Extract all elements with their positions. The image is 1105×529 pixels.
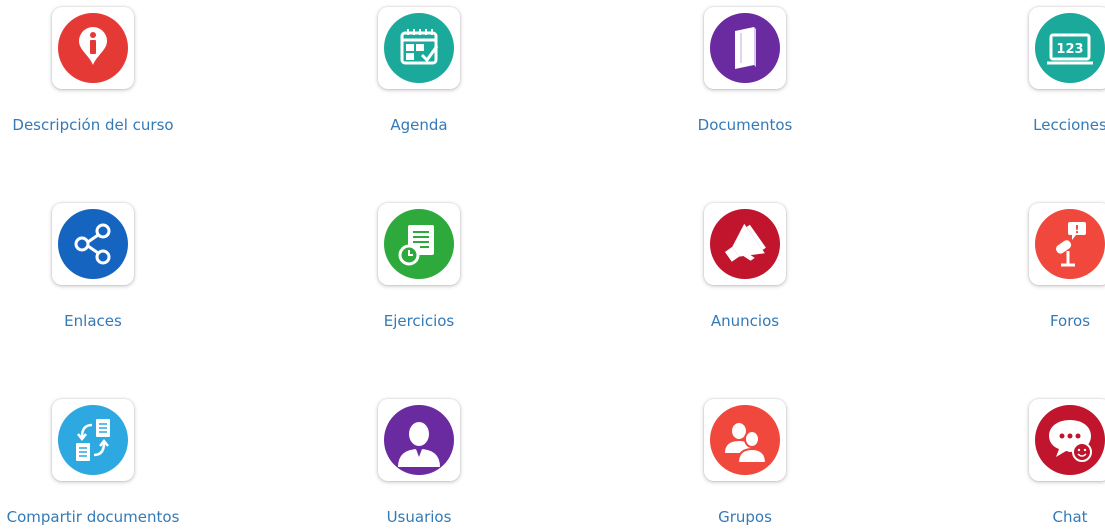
megaphone-icon — [710, 209, 780, 279]
tool-tile[interactable] — [52, 399, 134, 481]
tool-course-description[interactable]: Descripción del curso — [0, 7, 193, 134]
chat-icon — [1035, 405, 1105, 475]
tool-tile[interactable] — [378, 203, 460, 285]
tool-label[interactable]: Ejercicios — [319, 312, 519, 330]
tool-tile[interactable] — [52, 203, 134, 285]
tool-tile[interactable] — [52, 7, 134, 89]
tool-groups[interactable]: Grupos — [645, 399, 845, 526]
share-link-icon — [58, 209, 128, 279]
share-documents-icon — [58, 405, 128, 475]
tool-announcements[interactable]: Anuncios — [645, 203, 845, 330]
tool-tile[interactable]: ! — [1029, 203, 1105, 285]
tool-chat[interactable]: Chat — [970, 399, 1105, 526]
tool-label[interactable]: Usuarios — [319, 508, 519, 526]
tool-tile[interactable] — [704, 7, 786, 89]
folder-icon — [710, 13, 780, 83]
tool-exercises[interactable]: Ejercicios — [319, 203, 519, 330]
forum-microphone-icon: ! — [1035, 209, 1105, 279]
tool-label[interactable]: Chat — [970, 508, 1105, 526]
tool-label[interactable]: Anuncios — [645, 312, 845, 330]
tool-forums[interactable]: ! Foros — [970, 203, 1105, 330]
tool-users[interactable]: Usuarios — [319, 399, 519, 526]
info-icon — [58, 13, 128, 83]
calendar-icon — [384, 13, 454, 83]
tool-tile[interactable]: 123 — [1029, 7, 1105, 89]
exercise-clock-icon — [384, 209, 454, 279]
group-icon — [710, 405, 780, 475]
tool-label[interactable]: Agenda — [319, 116, 519, 134]
tool-tile[interactable] — [378, 399, 460, 481]
svg-text:123: 123 — [1056, 42, 1083, 57]
svg-text:!: ! — [1074, 223, 1079, 236]
tool-documents[interactable]: Documentos — [645, 7, 845, 134]
tool-label[interactable]: Compartir documentos — [0, 508, 193, 526]
tool-share-documents[interactable]: Compartir documentos — [0, 399, 193, 526]
user-icon — [384, 405, 454, 475]
tool-lessons[interactable]: 123 Lecciones — [970, 7, 1105, 134]
tool-tile[interactable] — [704, 203, 786, 285]
tool-label[interactable]: Enlaces — [0, 312, 193, 330]
tool-tile[interactable] — [378, 7, 460, 89]
tool-tile[interactable] — [1029, 399, 1105, 481]
tool-tile[interactable] — [704, 399, 786, 481]
tool-label[interactable]: Grupos — [645, 508, 845, 526]
tool-agenda[interactable]: Agenda — [319, 7, 519, 134]
tool-label[interactable]: Foros — [970, 312, 1105, 330]
tool-label[interactable]: Documentos — [645, 116, 845, 134]
lesson-123-icon: 123 — [1035, 13, 1105, 83]
tool-label[interactable]: Descripción del curso — [0, 116, 193, 134]
tool-label[interactable]: Lecciones — [970, 116, 1105, 134]
tool-links[interactable]: Enlaces — [0, 203, 193, 330]
course-tools-grid: Descripción del curso Agenda Documentos … — [0, 0, 1105, 529]
